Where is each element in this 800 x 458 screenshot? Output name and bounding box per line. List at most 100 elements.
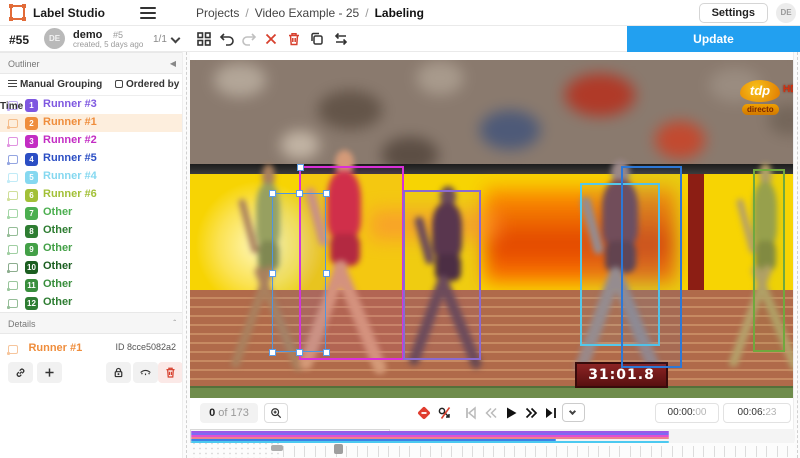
settings-button[interactable]: Settings [699,3,768,23]
region-row-other[interactable]: 12Other [0,294,182,312]
ruler-tick [661,446,662,457]
region-type-icon [8,209,18,218]
region-index-badge: 1 [25,99,38,112]
outliner-controls: Manual Grouping Ordered by Time ↑ [0,74,182,96]
current-time-field[interactable]: 00:00:00 [655,403,719,423]
ruler-tick [378,446,379,457]
region-row-other[interactable]: 11Other [0,276,182,294]
delete-trash-icon[interactable] [286,31,302,47]
keypoint-diamond-icon[interactable] [416,405,432,421]
ruler-tick [514,446,515,457]
region-list: 1Runner #3 2 Runner #1 3Runner #24Runner #5… [0,96,182,312]
expand-collapse-icon[interactable]: ˆ [173,313,176,335]
reject-x-icon[interactable] [263,31,279,47]
region-row-runner-5[interactable]: 4Runner #5 [0,150,182,168]
zoom-to-fit-button[interactable] [264,403,288,423]
ruler-tick [756,446,757,457]
breadcrumb-project[interactable]: Video Example - 25 [255,6,360,20]
ruler-tick [409,446,410,457]
resize-handle[interactable] [296,190,303,197]
add-relation-button[interactable] [37,362,62,383]
breadcrumb-projects[interactable]: Projects [196,6,239,20]
region-type-icon [8,119,18,128]
ruler-scroll-thumb[interactable] [271,445,283,451]
resize-handle[interactable] [323,349,330,356]
region-row-other[interactable]: 9Other [0,240,182,258]
sidebar-resize-handle[interactable] [182,52,190,458]
step-back-button[interactable] [483,405,499,421]
label-studio-logo-icon[interactable] [10,5,25,20]
chevron-down-icon[interactable] [171,34,181,44]
resize-handle[interactable] [297,164,304,171]
lock-region-button[interactable] [106,362,131,383]
keyframe-toggle-icon[interactable] [437,405,453,421]
region-row-other[interactable]: 8Other [0,222,182,240]
resize-handle[interactable] [323,190,330,197]
sort-direction-up-icon[interactable]: ↑ [169,74,174,96]
resize-handle[interactable] [269,190,276,197]
region-label: Other [43,296,72,308]
manual-grouping-toggle[interactable]: Manual Grouping [0,79,102,90]
view-all-grid-icon[interactable] [196,31,212,47]
region-row-other[interactable]: 7Other [0,204,182,222]
region-box-runner-1-selected[interactable] [272,193,326,352]
swap-arrows-icon[interactable] [333,31,349,47]
tdp-logo-text: tdp [740,80,780,102]
breadcrumb-page: Labeling [375,6,424,20]
frame-counter-input[interactable]: 0 of 173 [200,403,258,423]
ruler-tick [399,446,400,457]
ruler-tick [357,446,358,457]
outliner-title: Outliner [8,59,40,69]
collapse-panel-icon[interactable]: ◀ [170,53,176,75]
skip-to-start-button[interactable] [463,405,479,421]
resize-handle[interactable] [269,270,276,277]
ruler-tick [787,446,788,457]
region-index-badge: 2 [25,117,38,130]
delete-region-button[interactable] [158,362,183,383]
right-panel-resize-handle[interactable] [793,52,800,458]
region-row-runner-6[interactable]: 6Runner #6 [0,186,182,204]
user-avatar[interactable]: DE [776,3,796,23]
region-box-runner-3[interactable] [403,190,481,360]
menu-hamburger-icon[interactable] [140,7,156,19]
region-box-runner-5[interactable] [621,166,682,368]
playback-options-dropdown[interactable] [562,403,585,422]
region-label: Other [43,260,72,272]
region-row-other[interactable]: 10Other [0,258,182,276]
resize-handle[interactable] [269,349,276,356]
region-row-runner-4[interactable]: 5Runner #4 [0,168,182,186]
region-label: Other [43,278,72,290]
resize-handle[interactable] [323,270,330,277]
hide-region-eye-button[interactable] [133,362,158,383]
region-box-runner-6[interactable] [753,169,785,352]
ruler-tick [735,446,736,457]
region-row-runner-3[interactable]: 1Runner #3 [0,96,182,114]
duplicate-copy-icon[interactable] [309,31,325,47]
annotator-avatar[interactable]: DE [44,28,65,49]
link-region-button[interactable] [8,362,33,383]
resize-handle[interactable] [296,349,303,356]
main-area: tdp HD directo 31:01.8 0 of 173 [190,52,793,458]
ruler-tick [556,446,557,457]
video-frame-canvas[interactable]: tdp HD directo 31:01.8 [190,60,793,398]
regions-timeline[interactable] [190,429,795,443]
logo-text[interactable]: Label Studio [33,6,105,20]
step-forward-button[interactable] [523,405,539,421]
skip-to-end-button[interactable] [543,405,559,421]
app-header: Label Studio Projects/Video Example - 25… [0,0,800,26]
region-type-icon [8,345,18,354]
ruler-tick [577,446,578,457]
undo-icon[interactable] [219,31,235,47]
ruler-tick [766,446,767,457]
region-row-runner-1[interactable]: 2 Runner #1 [0,114,182,132]
ruler-position-marker[interactable] [334,444,343,454]
redo-icon[interactable] [241,31,257,47]
details-title: Details [8,319,36,329]
play-button[interactable] [503,405,519,421]
update-button[interactable]: Update [627,26,800,52]
region-row-runner-2[interactable]: 3Runner #2 [0,132,182,150]
ruler-tick [294,446,295,457]
ruler-tick [703,446,704,457]
label-studio-app: Label Studio Projects/Video Example - 25… [0,0,800,458]
region-label: Runner #1 [43,116,97,128]
